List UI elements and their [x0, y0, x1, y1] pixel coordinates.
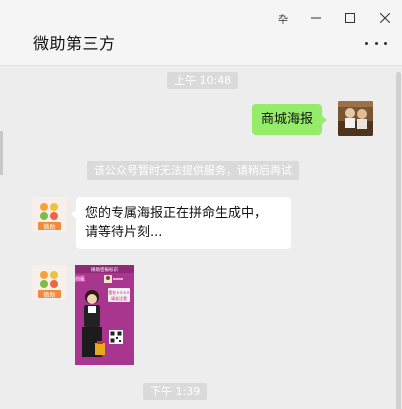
chat-scrollbar[interactable]	[395, 66, 402, 409]
minimize-icon[interactable]	[307, 9, 325, 27]
poster-image-message[interactable]: 微助密报标识 约我 我在×××× 请关注我	[75, 265, 134, 365]
incoming-line-2: 请等待片刻...	[85, 225, 163, 240]
outgoing-message-bubble[interactable]: 商城海报	[252, 104, 328, 135]
user-avatar[interactable]	[338, 101, 373, 136]
pin-glyph: 卆	[278, 14, 288, 26]
side-edge-marker	[0, 131, 3, 175]
incoming-message-bubble[interactable]: 您的专属海报正在拼命生成中， 请等待片刻...	[71, 197, 291, 249]
poster-badge: 约我	[76, 276, 85, 283]
bot-avatar[interactable]: 微助	[32, 265, 67, 300]
poster-header: 微助密报标识	[91, 266, 118, 273]
timestamp: 下午 1:39	[143, 383, 208, 400]
maximize-icon[interactable]	[341, 9, 359, 27]
bot-logo-text: 微助	[43, 223, 55, 231]
incoming-line-1: 您的专属海报正在拼命生成中，	[85, 206, 268, 221]
bot-avatar[interactable]: 微助	[32, 197, 67, 232]
close-icon[interactable]	[376, 9, 394, 27]
title-bar: 卆 微助第三方	[0, 0, 402, 66]
poster-caption-2: 请关注我	[111, 295, 127, 301]
chat-title: 微助第三方	[33, 34, 116, 53]
more-options-icon[interactable]	[365, 38, 387, 48]
scrollbar-thumb[interactable]	[396, 72, 401, 409]
pin-icon[interactable]: 卆	[274, 9, 292, 27]
bot-logo-text: 微助	[43, 291, 55, 299]
timestamp: 上午 10:48	[167, 72, 239, 89]
poster-caption-1: 我在××××	[108, 289, 129, 295]
system-notice: 该公众号暂时无法提供服务，请稍后再试	[87, 161, 299, 180]
